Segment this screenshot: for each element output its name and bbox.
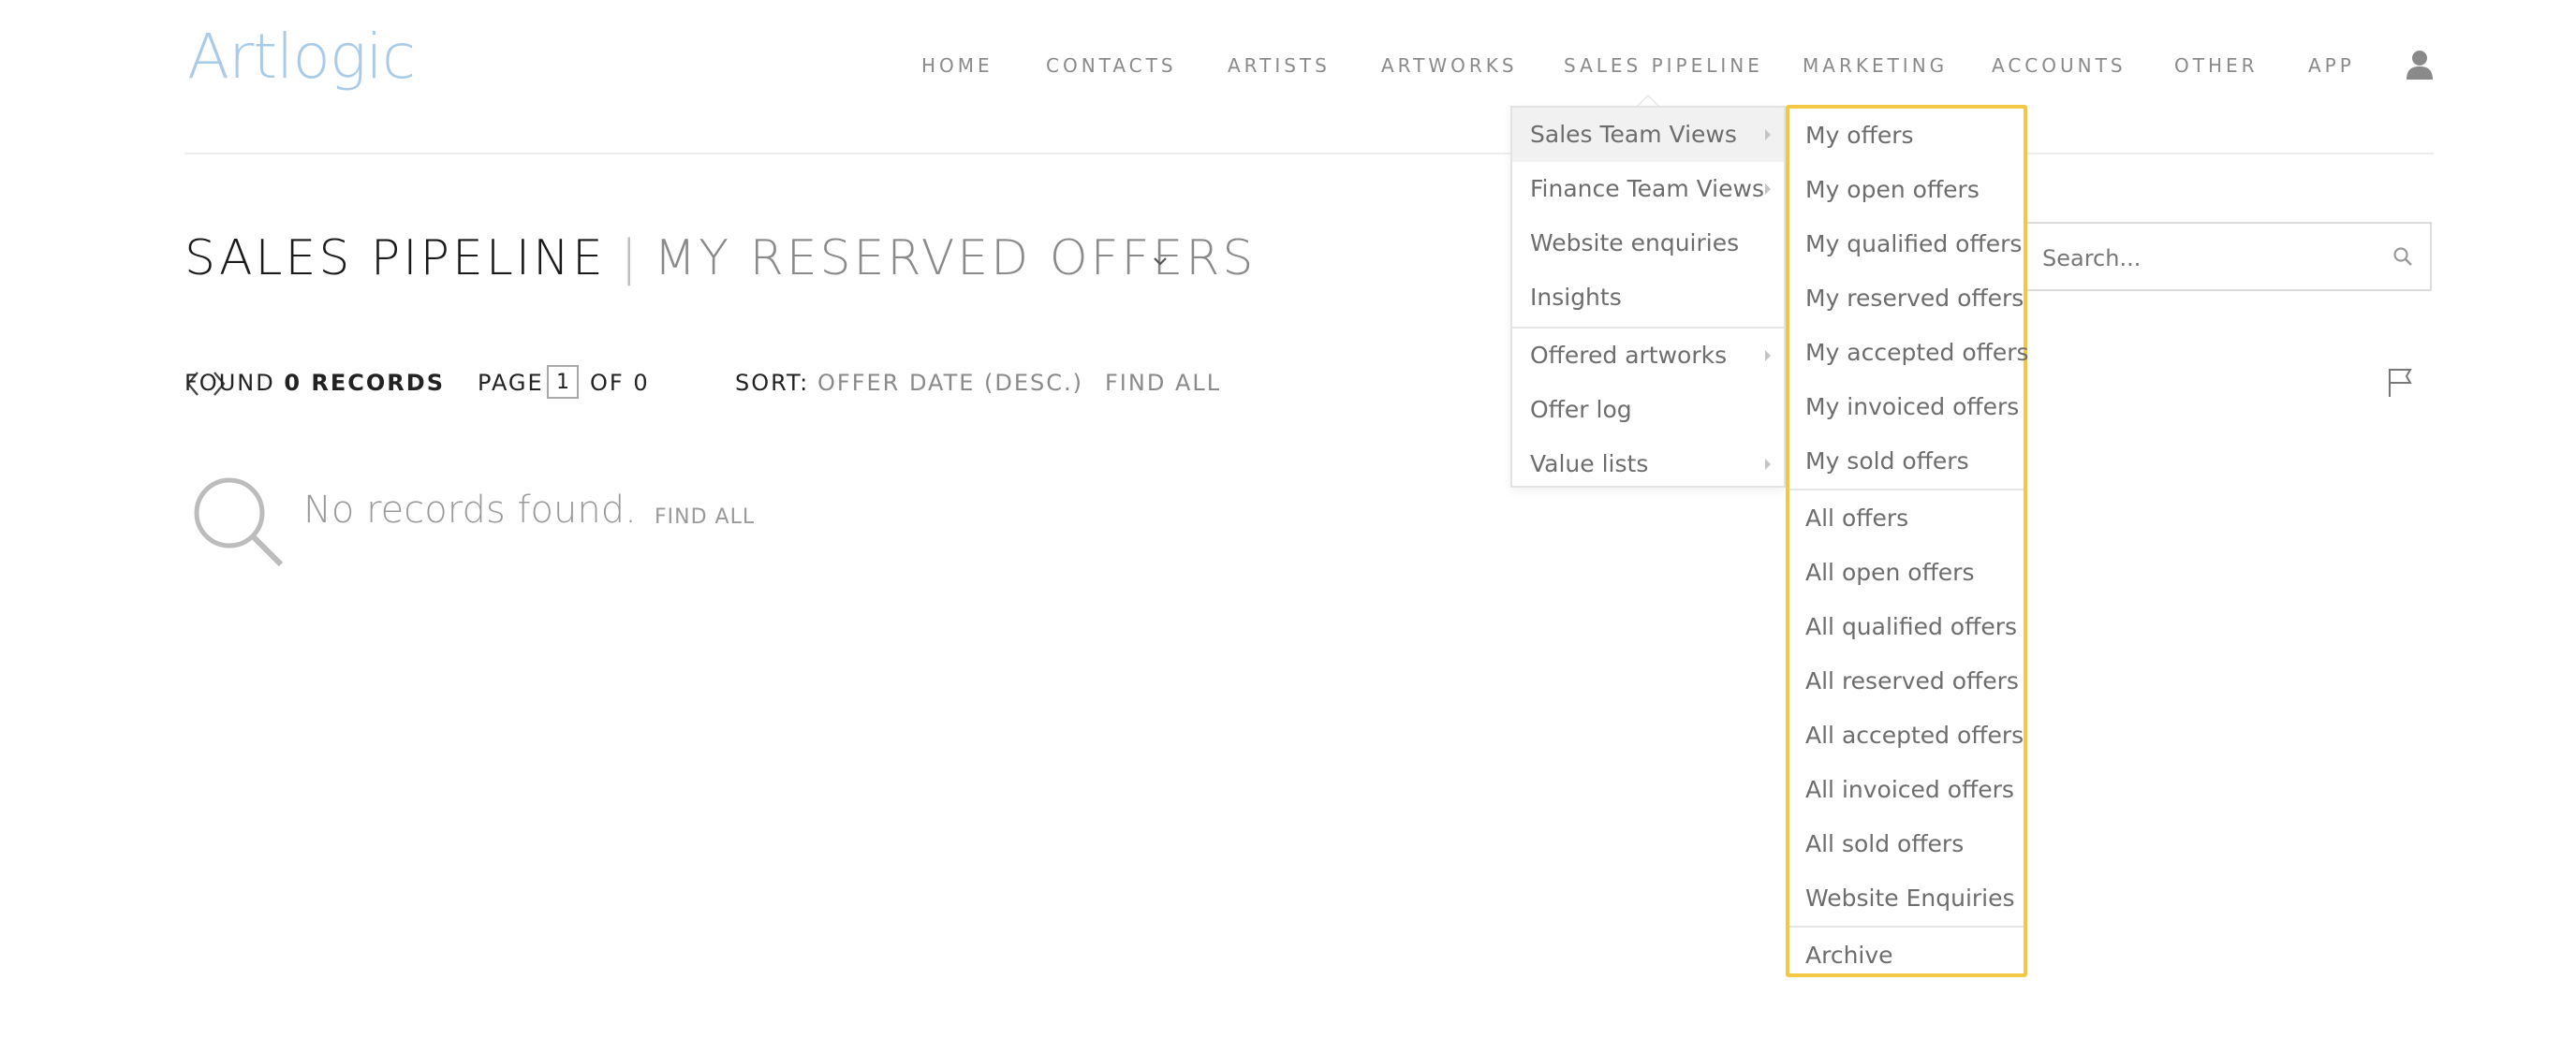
results-toolbar: FOUND 0 RECORDS PAGE OF 0 SORT: OFFER DA… <box>184 365 1495 402</box>
caret-right-icon <box>1765 129 1771 140</box>
submenu-item-all-accepted-offers[interactable]: All accepted offers <box>1789 709 2024 763</box>
user-icon[interactable] <box>2406 49 2434 80</box>
nav-artists[interactable]: ARTISTS <box>1228 54 1331 77</box>
search-input[interactable] <box>2040 239 2363 278</box>
menu-item-sales-team-views[interactable]: Sales Team Views <box>1512 108 1784 162</box>
menu-item-label: Offer log <box>1530 396 1632 423</box>
menu-item-label: Insights <box>1530 284 1622 311</box>
submenu-item-my-invoiced-offers[interactable]: My invoiced offers <box>1789 380 2024 434</box>
caret-right-icon <box>1765 459 1771 470</box>
page-count-label: OF 0 <box>590 370 650 396</box>
submenu-item-website-enquiries[interactable]: Website Enquiries <box>1789 871 2024 926</box>
menu-item-label: Value lists <box>1530 450 1649 477</box>
submenu-divider <box>1789 926 2024 928</box>
found-records-label: FOUND 0 RECORDS <box>184 370 445 396</box>
no-records-message: No records found. <box>303 489 637 532</box>
chevron-down-icon[interactable] <box>1152 253 1169 270</box>
nav-app[interactable]: APP <box>2308 54 2355 77</box>
page-number-input[interactable] <box>547 365 579 399</box>
submenu-item-my-qualified-offers[interactable]: My qualified offers <box>1789 217 2024 271</box>
menu-item-offer-log[interactable]: Offer log <box>1512 383 1784 437</box>
menu-item-label: Sales Team Views <box>1530 121 1737 148</box>
submenu-item-archive[interactable]: Archive <box>1789 929 2024 983</box>
nav-marketing[interactable]: MARKETING <box>1803 54 1948 77</box>
sort-label: SORT: <box>735 370 810 396</box>
nav-other[interactable]: OTHER <box>2174 54 2259 77</box>
submenu-item-all-offers[interactable]: All offers <box>1789 491 2024 546</box>
top-navigation: HOME CONTACTS ARTISTS ARTWORKS SALES PIP… <box>0 54 2576 82</box>
nav-home[interactable]: HOME <box>921 54 994 77</box>
menu-item-value-lists[interactable]: Value lists <box>1512 437 1784 491</box>
submenu-item-all-qualified-offers[interactable]: All qualified offers <box>1789 600 2024 654</box>
menu-item-website-enquiries[interactable]: Website enquiries <box>1512 216 1784 271</box>
caret-right-icon <box>1765 183 1771 195</box>
nav-contacts[interactable]: CONTACTS <box>1046 54 1177 77</box>
submenu-item-my-accepted-offers[interactable]: My accepted offers <box>1789 326 2029 380</box>
menu-item-offered-artworks[interactable]: Offered artworks <box>1512 329 1784 383</box>
menu-item-label: Offered artworks <box>1530 342 1728 369</box>
title-separator: | <box>620 230 638 286</box>
search-box <box>2027 222 2432 291</box>
submenu-item-my-open-offers[interactable]: My open offers <box>1789 163 2024 217</box>
nav-artworks[interactable]: ARTWORKS <box>1381 54 1518 77</box>
menu-item-label: Finance Team Views <box>1530 175 1764 202</box>
header-divider <box>184 153 2434 154</box>
submenu-item-my-reserved-offers[interactable]: My reserved offers <box>1789 271 2024 326</box>
caret-right-icon <box>1765 350 1771 361</box>
find-all-link[interactable]: FIND ALL <box>655 505 755 529</box>
found-count: 0 RECORDS <box>284 370 445 396</box>
page-title: SALES PIPELINE | MY RESERVED OFFERS <box>184 230 1256 286</box>
flag-icon[interactable] <box>2386 367 2414 399</box>
sort-selector[interactable]: OFFER DATE (DESC.) <box>817 370 1083 396</box>
nav-accounts[interactable]: ACCOUNTS <box>1992 54 2127 77</box>
menu-item-label: Website enquiries <box>1530 229 1740 256</box>
submenu-item-all-reserved-offers[interactable]: All reserved offers <box>1789 654 2024 709</box>
magnifier-icon <box>194 477 284 567</box>
find-all-button[interactable]: FIND ALL <box>1105 370 1221 396</box>
submenu-item-my-offers[interactable]: My offers <box>1789 109 2024 163</box>
search-icon[interactable] <box>2392 246 2413 267</box>
sales-pipeline-dropdown: Sales Team Views Finance Team Views Webs… <box>1510 106 1786 488</box>
submenu-item-my-sold-offers[interactable]: My sold offers <box>1789 434 2024 489</box>
menu-item-finance-team-views[interactable]: Finance Team Views <box>1512 162 1784 216</box>
submenu-item-all-open-offers[interactable]: All open offers <box>1789 546 2024 600</box>
submenu-item-all-sold-offers[interactable]: All sold offers <box>1789 817 2024 871</box>
menu-item-insights[interactable]: Insights <box>1512 271 1784 325</box>
nav-sales-pipeline[interactable]: SALES PIPELINE <box>1564 54 1763 77</box>
submenu-divider <box>1789 489 2024 490</box>
page-label: PAGE <box>478 370 544 396</box>
sales-team-views-submenu: My offers My open offers My qualified of… <box>1786 105 2029 977</box>
submenu-item-all-invoiced-offers[interactable]: All invoiced offers <box>1789 763 2024 817</box>
page-title-main: SALES PIPELINE <box>184 230 606 286</box>
